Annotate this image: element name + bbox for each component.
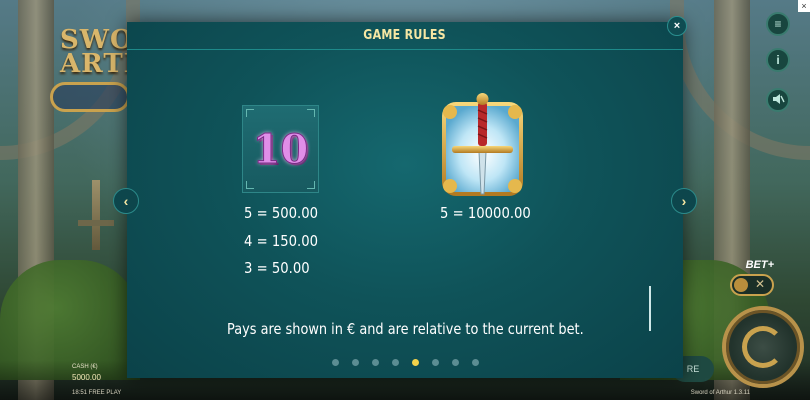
window-close-icon[interactable]: × <box>798 0 810 12</box>
game-version: Sword of Arthur 1.3.11 <box>690 390 750 396</box>
page-dot[interactable] <box>331 359 339 366</box>
info-button[interactable]: i <box>766 48 790 72</box>
page-dot[interactable] <box>351 359 359 366</box>
spin-button[interactable] <box>722 306 804 388</box>
next-page-button[interactable]: › <box>671 188 697 214</box>
logo-crowns-emblem <box>50 82 130 112</box>
bet-plus-label: BET+ <box>745 259 774 271</box>
modal-header: GAME RULES <box>127 22 683 50</box>
info-icon: i <box>776 53 780 67</box>
page-dot[interactable] <box>391 359 399 366</box>
sword-icon <box>442 93 523 196</box>
game-rules-modal: GAME RULES × 10 5 = 500.00 4 = 150.00 3 … <box>113 16 697 378</box>
page-dot[interactable] <box>411 359 419 366</box>
sound-button[interactable] <box>766 88 790 112</box>
menu-button[interactable]: ≡ <box>766 12 790 36</box>
modal-title: GAME RULES <box>363 28 447 43</box>
background-sword-image <box>78 180 114 250</box>
spin-icon <box>742 326 784 368</box>
page-dot[interactable] <box>451 359 459 366</box>
previous-page-button[interactable]: ‹ <box>113 188 139 214</box>
page-dot[interactable] <box>471 359 479 366</box>
symbol-ten-glyph: 10 <box>252 125 309 173</box>
chevron-right-icon: › <box>681 193 687 209</box>
clock-status: 18:51 FREE PLAY <box>72 390 122 396</box>
sword-payout-line: 5 = 10000.00 <box>440 204 531 222</box>
bet-plus-toggle[interactable]: ✕ <box>730 274 774 296</box>
ten-payout-list: 5 = 500.00 4 = 150.00 3 = 50.00 <box>244 200 328 283</box>
sound-off-icon <box>771 92 785 109</box>
symbol-ten-tile: 10 <box>242 105 319 193</box>
close-button[interactable]: × <box>667 16 687 36</box>
chevron-left-icon: ‹ <box>123 193 129 209</box>
menu-icon: ≡ <box>774 17 782 31</box>
close-icon: × <box>673 20 681 32</box>
toggle-off-icon: ✕ <box>754 277 765 291</box>
cash-label: CASH (€) <box>72 364 98 370</box>
symbol-sword-tile <box>440 90 525 198</box>
payout-line: 5 = 500.00 <box>244 204 319 222</box>
page-dot[interactable] <box>371 359 379 366</box>
toggle-knob <box>734 278 748 292</box>
payout-line: 4 = 150.00 <box>244 231 319 250</box>
cash-value: 5000.00 <box>72 373 101 382</box>
page-indicator <box>127 359 683 366</box>
payout-line: 3 = 50.00 <box>244 259 310 277</box>
pays-footnote-text: Pays are shown in € and are relative to … <box>226 320 584 338</box>
page-dot[interactable] <box>431 359 439 366</box>
pays-footnote: Pays are shown in € and are relative to … <box>127 320 683 338</box>
